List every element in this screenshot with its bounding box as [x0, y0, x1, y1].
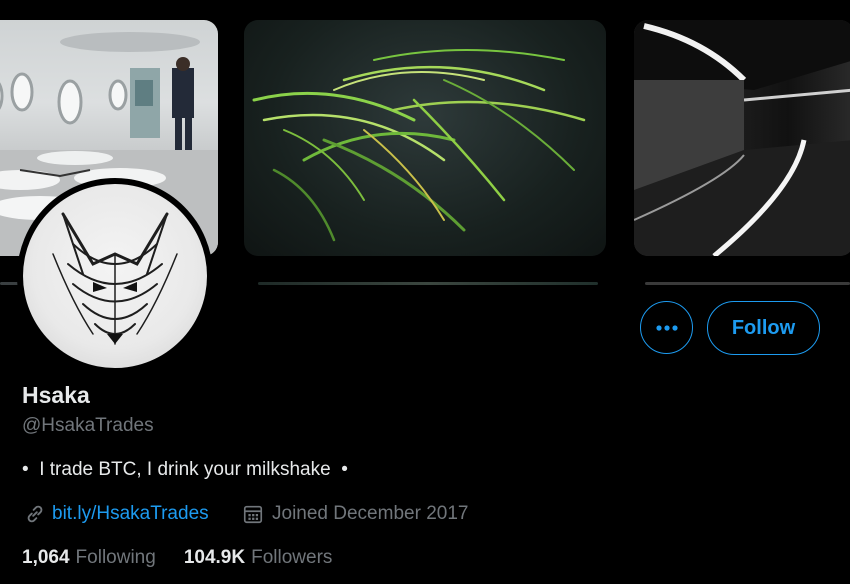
profile-handle: @HsakaTrades: [22, 415, 154, 436]
followers-stat[interactable]: 104.9K Followers: [184, 547, 333, 569]
following-label: Following: [75, 547, 156, 568]
joined-date: Joined December 2017: [242, 502, 468, 526]
banner-image-tunnel: [634, 20, 850, 256]
banner-strip: [645, 282, 850, 285]
followers-label: Followers: [251, 547, 333, 568]
joined-date-text: Joined December 2017: [272, 503, 469, 524]
profile-link[interactable]: bit.ly/HsakaTrades: [24, 502, 209, 526]
link-icon: [27, 505, 43, 523]
profile-stats: 1,064 Following 104.9K Followers: [22, 547, 332, 569]
avatar[interactable]: [17, 178, 213, 374]
more-icon: [655, 324, 678, 331]
more-options-button[interactable]: [640, 301, 693, 354]
profile-bio: • I trade BTC, I drink your milkshake •: [22, 459, 348, 480]
following-count: 1,064: [22, 547, 70, 568]
following-stat[interactable]: 1,064 Following: [22, 547, 156, 569]
calendar-icon: [243, 505, 263, 524]
followers-count: 104.9K: [183, 547, 246, 568]
banner-image-grass: [244, 20, 606, 256]
profile-name: Hsaka: [22, 382, 90, 408]
banner-strip: [258, 282, 598, 285]
profile-link-text[interactable]: bit.ly/HsakaTrades: [52, 503, 209, 525]
follow-button[interactable]: Follow: [707, 301, 820, 355]
wolf-avatar-image: [23, 184, 207, 368]
